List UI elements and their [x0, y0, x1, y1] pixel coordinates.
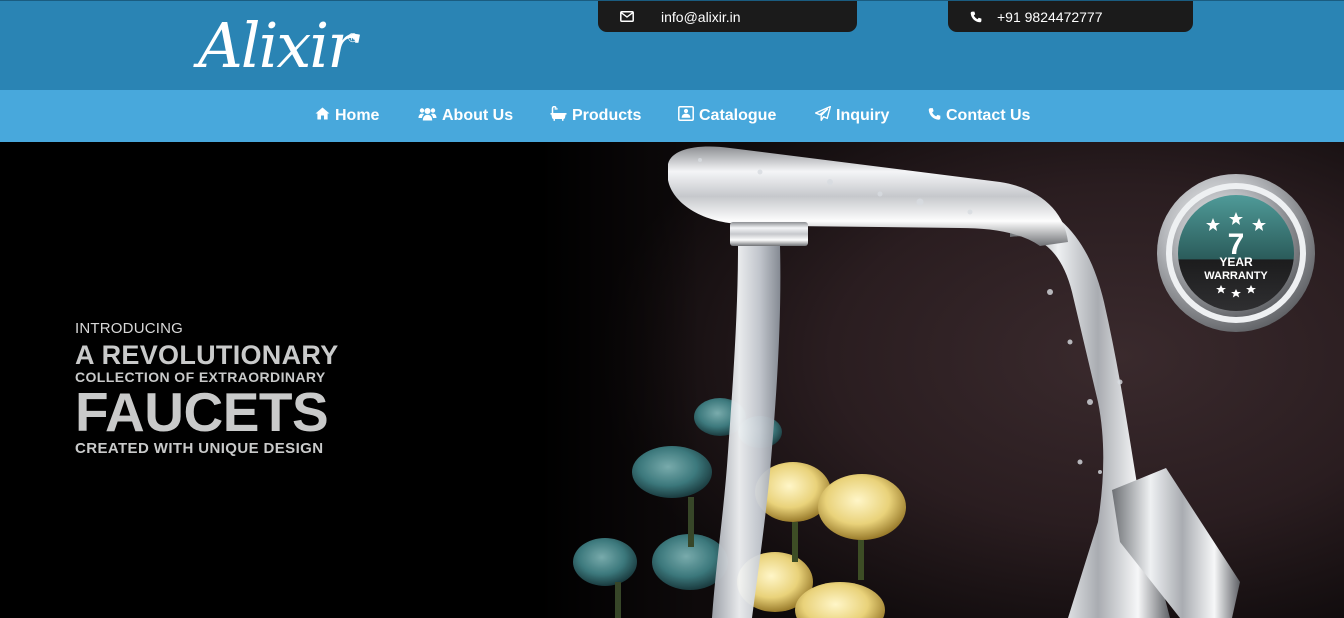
catalogue-icon	[678, 106, 699, 126]
tagline-headline: A REVOLUTIONARY	[75, 340, 339, 370]
email-text: info@alixir.in	[661, 8, 741, 25]
phone-icon	[928, 107, 946, 126]
nav-home-label: Home	[335, 107, 380, 124]
nav-contact-us[interactable]: Contact Us	[928, 90, 1030, 142]
nav-contact-us-label: Contact Us	[946, 107, 1031, 124]
phone-contact[interactable]: +91 9824472777	[948, 1, 1193, 32]
bathtub-icon	[550, 105, 572, 126]
home-icon	[315, 107, 335, 125]
paper-plane-icon	[814, 105, 836, 126]
badge-line2: WARRANTY	[1204, 270, 1268, 282]
tagline-introducing: INTRODUCING	[75, 320, 184, 337]
main-navigation: Home About Us Products Catalogue Inquiry…	[0, 90, 1344, 142]
nav-catalogue-label: Catalogue	[699, 107, 777, 124]
nav-inquiry[interactable]: Inquiry	[814, 90, 890, 142]
top-header: Alixir ® info@alixir.in +91 9824472777	[0, 0, 1344, 90]
alixir-logo[interactable]: Alixir ®	[198, 5, 373, 87]
nav-about-us-label: About Us	[442, 107, 514, 124]
phone-icon	[970, 11, 982, 23]
phone-text: +91 9824472777	[997, 8, 1103, 25]
nav-inquiry-label: Inquiry	[836, 107, 890, 124]
logo-wordmark: Alixir	[198, 9, 357, 82]
warranty-badge: 7 YEAR WARRANTY	[1155, 172, 1317, 334]
registered-mark: ®	[348, 30, 358, 45]
email-contact[interactable]: info@alixir.in	[598, 1, 857, 32]
tagline-unique-design: CREATED WITH UNIQUE DESIGN	[75, 440, 324, 457]
users-icon	[418, 107, 442, 126]
badge-line1: YEAR	[1219, 255, 1253, 269]
tagline-faucets: FAUCETS	[75, 381, 329, 443]
nav-home[interactable]: Home	[315, 90, 379, 142]
nav-products-label: Products	[572, 107, 642, 124]
hero-banner: INTRODUCING A REVOLUTIONARY COLLECTION O…	[0, 142, 1344, 618]
nav-products[interactable]: Products	[550, 90, 641, 142]
nav-catalogue[interactable]: Catalogue	[678, 90, 776, 142]
envelope-icon	[620, 11, 634, 22]
nav-about-us[interactable]: About Us	[418, 90, 513, 142]
hero-tagline: INTRODUCING A REVOLUTIONARY COLLECTION O…	[75, 320, 365, 457]
